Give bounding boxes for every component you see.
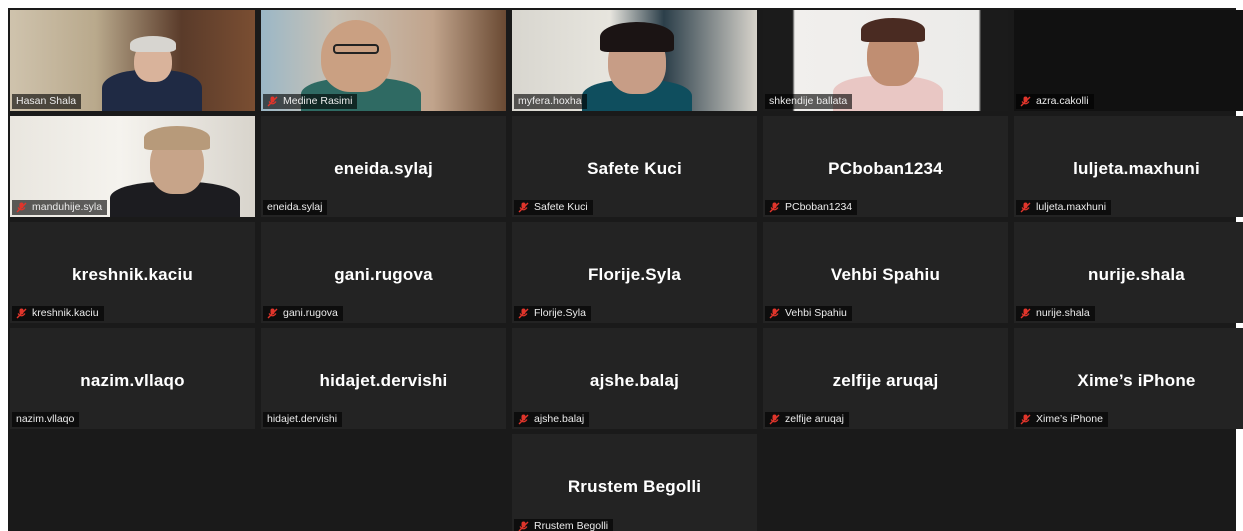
microphone-muted-icon (16, 308, 27, 319)
microphone-muted-icon (518, 202, 529, 213)
participant-tile-shkendije-ballata[interactable]: shkendije ballata (763, 10, 1008, 111)
participant-tile-nazim-vllaqo[interactable]: nazim.vllaqo nazim.vllaqo (10, 328, 255, 429)
participant-display-name: zelfije aruqaj (832, 371, 939, 390)
microphone-muted-icon (1020, 202, 1031, 213)
participant-name-tag: azra.cakolli (1016, 94, 1094, 109)
participant-name-tag: Safete Kuci (514, 200, 593, 215)
participant-display-name: kreshnik.kaciu (72, 265, 193, 284)
participant-name: azra.cakolli (1036, 95, 1089, 107)
participant-name-tag: kreshnik.kaciu (12, 306, 104, 321)
participant-name-tag: eneida.sylaj (263, 200, 328, 215)
participant-tile-eneida-sylaj[interactable]: eneida.sylaj eneida.sylaj (261, 116, 506, 217)
participant-tile-ajshe-balaj[interactable]: ajshe.balaj ajshe.balaj (512, 328, 757, 429)
microphone-muted-icon (769, 202, 780, 213)
participant-display-name: Vehbi Spahiu (830, 265, 941, 284)
participant-name: shkendije ballata (769, 95, 848, 107)
microphone-muted-icon (267, 96, 278, 107)
microphone-muted-icon (1020, 414, 1031, 425)
participant-name: myfera.hoxha (518, 95, 582, 107)
microphone-muted-icon (16, 202, 27, 213)
participant-name: nurije.shala (1036, 307, 1090, 319)
participant-name: Safete Kuci (534, 201, 588, 213)
participant-display-name: Florije.Syla (587, 265, 682, 284)
participant-name: Florije.Syla (534, 307, 586, 319)
participant-name-tag: Florije.Syla (514, 306, 591, 321)
microphone-muted-icon (518, 308, 529, 319)
participant-name: Hasan Shala (16, 95, 77, 107)
participant-name-tag: zelfije aruqaj (765, 412, 849, 427)
microphone-muted-icon (518, 521, 529, 531)
participant-display-name: Xime’s iPhone (1077, 371, 1196, 390)
participant-name-tag: gani.rugova (263, 306, 343, 321)
participant-name-tag: PCboban1234 (765, 200, 858, 215)
participant-name-tag: Hasan Shala (12, 94, 82, 109)
participant-name-tag: myfera.hoxha (514, 94, 587, 109)
participant-name-tag: Xime’s iPhone (1016, 412, 1108, 427)
participant-display-name: hidajet.dervishi (319, 371, 448, 390)
microphone-muted-icon (1020, 96, 1031, 107)
participant-tile-hasan-shala[interactable]: Hasan Shala (10, 10, 255, 111)
participant-display-name: PCboban1234 (828, 159, 943, 178)
participant-display-name: Safete Kuci (587, 159, 682, 178)
participant-tile-rrustem-begolli[interactable]: Rrustem Begolli Rrustem Begolli (512, 434, 757, 531)
participant-display-name: nurije.shala (1088, 265, 1185, 284)
participant-tile-florije-syla[interactable]: Florije.Syla Florije.Syla (512, 222, 757, 323)
participant-display-name: gani.rugova (334, 265, 433, 284)
participant-name: Xime’s iPhone (1036, 413, 1103, 425)
participant-name-tag: Vehbi Spahiu (765, 306, 852, 321)
participant-display-name: Rrustem Begolli (567, 477, 702, 496)
participant-name-tag: nazim.vllaqo (12, 412, 80, 427)
participant-name: Rrustem Begolli (534, 520, 609, 531)
participant-display-name: eneida.sylaj (334, 159, 433, 178)
participant-name-tag: hidajet.dervishi (263, 412, 343, 427)
participant-name: luljeta.maxhuni (1036, 201, 1107, 213)
participant-tile-xime-iphone[interactable]: Xime’s iPhone Xime’s iPhone (1014, 328, 1243, 429)
participant-tile-nurije-shala[interactable]: nurije.shala nurije.shala (1014, 222, 1243, 323)
microphone-muted-icon (769, 308, 780, 319)
participant-name: gani.rugova (283, 307, 338, 319)
participant-tile-kreshnik-kaciu[interactable]: kreshnik.kaciu kreshnik.kaciu (10, 222, 255, 323)
participant-display-name: ajshe.balaj (589, 371, 680, 390)
participant-name: zelfije aruqaj (785, 413, 844, 425)
participant-display-name: nazim.vllaqo (80, 371, 185, 390)
video-gallery: Hasan Shala Medine Rasimi myfera.hoxha s… (8, 8, 1243, 531)
participant-name: PCboban1234 (785, 201, 853, 213)
participant-name-tag: Rrustem Begolli (514, 519, 614, 531)
participant-tile-safete-kuci[interactable]: Safete Kuci Safete Kuci (512, 116, 757, 217)
participant-tile-gani-rugova[interactable]: gani.rugova gani.rugova (261, 222, 506, 323)
participant-name-tag: manduhije.syla (12, 200, 108, 215)
participant-tile-pcboban1234[interactable]: PCboban1234 PCboban1234 (763, 116, 1008, 217)
participant-name-tag: nurije.shala (1016, 306, 1095, 321)
participant-name: ajshe.balaj (534, 413, 585, 425)
participant-tile-azra-cakolli[interactable]: azra.cakolli (1014, 10, 1243, 111)
participant-tile-manduhije-syla[interactable]: manduhije.syla (10, 116, 255, 217)
participant-name: Medine Rasimi (283, 95, 353, 107)
participant-name-tag: ajshe.balaj (514, 412, 590, 427)
participant-name: hidajet.dervishi (267, 413, 338, 425)
microphone-muted-icon (769, 414, 780, 425)
participant-name-tag: luljeta.maxhuni (1016, 200, 1112, 215)
participant-tile-zelfije-aruqaj[interactable]: zelfije aruqaj zelfije aruqaj (763, 328, 1008, 429)
participant-name: eneida.sylaj (267, 201, 323, 213)
participant-name: manduhije.syla (32, 201, 103, 213)
microphone-muted-icon (267, 308, 278, 319)
participant-tile-medine-rasimi[interactable]: Medine Rasimi (261, 10, 506, 111)
participant-tile-myfera-hoxha[interactable]: myfera.hoxha (512, 10, 757, 111)
participant-name: nazim.vllaqo (16, 413, 75, 425)
participant-name: kreshnik.kaciu (32, 307, 99, 319)
participant-tile-luljeta-maxhuni[interactable]: luljeta.maxhuni luljeta.maxhuni (1014, 116, 1243, 217)
participant-display-name: luljeta.maxhuni (1073, 159, 1200, 178)
participant-name: Vehbi Spahiu (785, 307, 847, 319)
microphone-muted-icon (518, 414, 529, 425)
participant-tile-vehbi-spahiu[interactable]: Vehbi Spahiu Vehbi Spahiu (763, 222, 1008, 323)
microphone-muted-icon (1020, 308, 1031, 319)
participant-name-tag: Medine Rasimi (263, 94, 358, 109)
participant-name-tag: shkendije ballata (765, 94, 853, 109)
participant-tile-hidajet-dervishi[interactable]: hidajet.dervishi hidajet.dervishi (261, 328, 506, 429)
